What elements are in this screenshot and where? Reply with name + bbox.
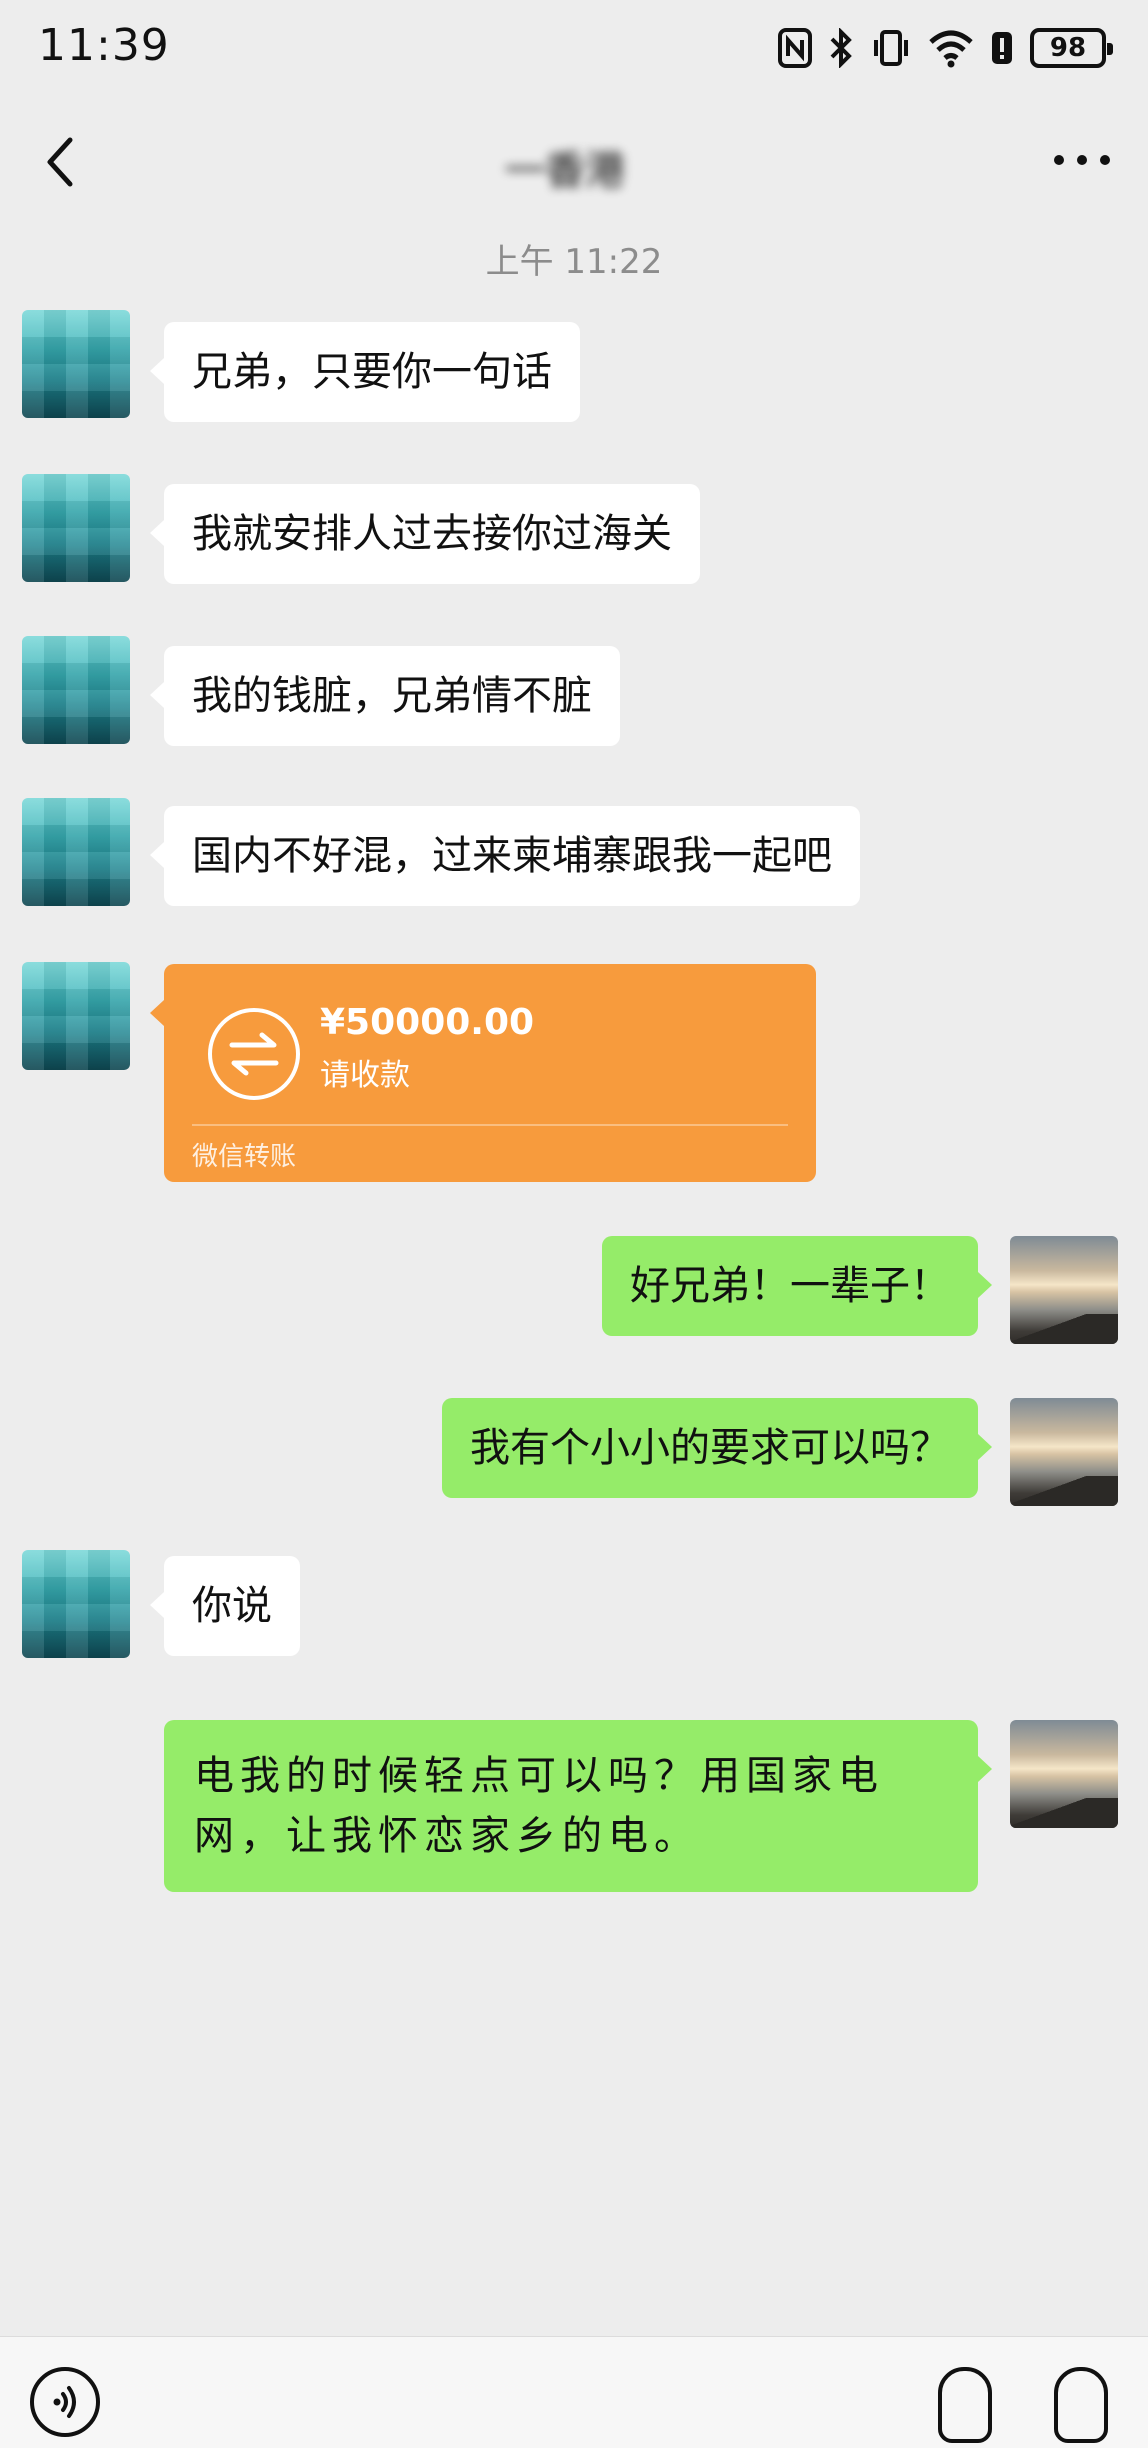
chat-title: 一香港 [505,148,625,194]
more-dot [1077,155,1087,165]
message-bubble-incoming[interactable]: 国内不好混，过来柬埔寨跟我一起吧 [150,806,860,906]
wifi-icon [928,28,974,68]
transfer-arrows-icon [208,1008,300,1100]
status-time: 11:39 [38,20,170,71]
transfer-status-label: 请收款 [320,1058,410,1093]
chat-screen: 11:39 98 一香港 上午 11:22 兄弟，只要你一句话 我就安排人过去接… [0,0,1148,2448]
alert-icon [990,28,1014,68]
more-dot [1100,155,1110,165]
nfc-icon [778,28,812,68]
chevron-left-icon[interactable] [40,134,84,190]
more-dots-icon[interactable] [1054,148,1110,172]
transfer-footer: 微信转账 [192,1142,297,1172]
contact-avatar[interactable] [22,962,130,1070]
voice-icon[interactable] [30,2367,100,2437]
contact-avatar[interactable] [22,636,130,744]
nav-bar: 一香港 [0,110,1148,210]
status-icons: 98 [778,26,1113,70]
status-bar: 11:39 98 [0,0,1148,100]
emoji-icon[interactable] [938,2367,992,2443]
message-bubble-incoming[interactable]: 我就安排人过去接你过海关 [150,484,700,584]
contact-avatar[interactable] [22,310,130,418]
message-bubble-incoming[interactable]: 兄弟，只要你一句话 [150,322,580,422]
my-avatar[interactable] [1010,1720,1118,1828]
contact-avatar[interactable] [22,798,130,906]
message-bubble-outgoing[interactable]: 电我的时候轻点可以吗？用国家电网，让我怀恋家乡的电。 [164,1720,992,1892]
my-avatar[interactable] [1010,1398,1118,1506]
battery-level: 98 [1049,33,1087,63]
transfer-amount: ¥50000.00 [320,1002,535,1043]
message-bubble-incoming[interactable]: 你说 [150,1556,300,1656]
contact-avatar[interactable] [22,474,130,582]
message-bubble-outgoing[interactable]: 我有个小小的要求可以吗？ [442,1398,992,1498]
bluetooth-icon [828,28,854,68]
vibrate-icon [870,28,912,68]
message-timestamp: 上午 11:22 [485,242,663,282]
chat-input-bar [0,2336,1148,2448]
battery-icon: 98 [1030,28,1113,68]
more-dot [1054,155,1064,165]
contact-avatar[interactable] [22,1550,130,1658]
my-avatar[interactable] [1010,1236,1118,1344]
wechat-transfer-card[interactable]: ¥50000.00 请收款 微信转账 [150,964,816,1182]
message-bubble-outgoing[interactable]: 好兄弟！一辈子！ [602,1236,992,1336]
plus-icon[interactable] [1054,2367,1108,2443]
message-bubble-incoming[interactable]: 我的钱脏，兄弟情不脏 [150,646,620,746]
transfer-divider [192,1124,788,1126]
